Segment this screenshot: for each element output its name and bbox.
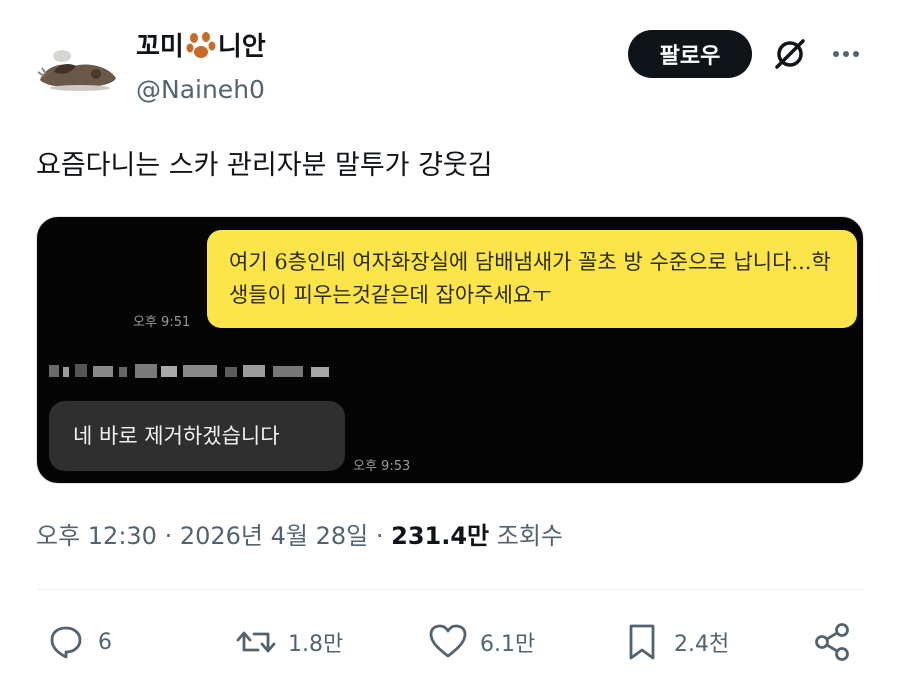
blurred-sender-name [49, 361, 349, 381]
retweet-icon [236, 631, 276, 653]
grok-icon[interactable] [770, 34, 810, 74]
retweet-button[interactable]: 1.8만 [234, 610, 343, 674]
reply-icon [50, 626, 82, 659]
chat-bubble-sent: 여기 6층인데 여자화장실에 담배냄새가 꼴초 방 수준으로 납니다...학생들… [207, 230, 857, 328]
display-name[interactable]: 꼬미 니안 [136, 30, 266, 69]
follow-button[interactable]: 팔로우 [628, 30, 752, 78]
reply-count: 6 [98, 629, 112, 655]
bookmark-icon [629, 624, 655, 660]
tweet-header: 꼬미 니안 @Naineh0 팔로우 [0, 0, 900, 120]
avatar-dog-icon [37, 50, 116, 91]
avatar[interactable] [36, 32, 120, 102]
paw-icon [186, 32, 216, 69]
bookmark-button[interactable]: 2.4천 [620, 610, 729, 674]
chat-time-received: 오후 9:53 [353, 459, 411, 474]
chat-time-sent: 오후 9:51 [133, 315, 191, 330]
share-icon [815, 623, 849, 661]
user-handle[interactable]: @Naineh0 [136, 74, 265, 106]
view-label: 조회수 [496, 522, 564, 550]
share-button[interactable] [810, 610, 854, 674]
tweet-text: 요즘다니는 스카 관리자분 말투가 걍웃김 [36, 150, 493, 181]
like-count: 6.1만 [480, 632, 536, 657]
display-name-part2: 니안 [217, 32, 266, 62]
chat-bubble-received: 네 바로 제거하겠습니다 [49, 401, 345, 471]
tweet-meta: 오후 12:30 · 2026년 4월 28일 · 231.4만 조회수 [36, 518, 563, 554]
more-dots-icon[interactable] [826, 34, 866, 74]
meta-separator: · [368, 522, 392, 550]
reply-button[interactable]: 6 [44, 610, 112, 674]
heart-icon [429, 624, 467, 658]
display-name-part1: 꼬미 [136, 32, 184, 62]
view-count: 231.4만 [391, 522, 490, 550]
meta-separator: · [156, 522, 180, 550]
action-bar: 6 1.8만 6.1만 2.4천 [0, 610, 900, 674]
post-time[interactable]: 오후 12:30 [36, 522, 157, 550]
divider [36, 589, 864, 590]
post-date[interactable]: 2026년 4월 28일 [180, 522, 368, 550]
like-button[interactable]: 6.1만 [426, 610, 535, 674]
bookmark-count: 2.4천 [674, 632, 730, 657]
retweet-count: 1.8만 [288, 632, 344, 657]
tweet-media-image[interactable]: 여기 6층인데 여자화장실에 담배냄새가 꼴초 방 수준으로 납니다...학생들… [36, 216, 864, 484]
